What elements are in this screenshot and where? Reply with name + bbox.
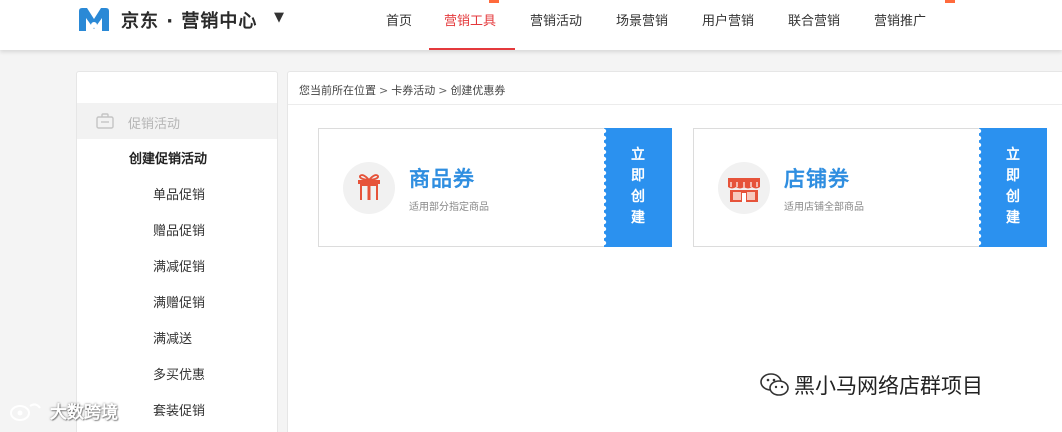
breadcrumb-card-activity[interactable]: 卡券活动 — [391, 84, 435, 97]
breadcrumb-prefix: 您当前所在位置 — [299, 84, 376, 97]
watermark-left: 大数跨境 — [50, 403, 118, 423]
coupon-subtitle: 适用店铺全部商品 — [784, 202, 864, 213]
nav-user-marketing[interactable]: 用户营销 — [702, 10, 754, 29]
sidebar-item-discount-send[interactable]: 满减送 — [153, 328, 192, 347]
watermark-right: 黑小马网络店群项目 — [794, 374, 983, 398]
sidebar-item-single-promo[interactable]: 单品促销 — [153, 184, 205, 203]
nav-marketing-tools[interactable]: 营销工具 — [444, 10, 496, 29]
coupon-title: 商品券 — [409, 167, 475, 191]
store-coupon-card[interactable]: 店铺券 适用店铺全部商品 立即创建 — [693, 128, 1047, 247]
sidebar-item-discount-promo[interactable]: 满减促销 — [153, 256, 205, 275]
product-coupon-card[interactable]: 商品券 适用部分指定商品 立即创建 — [318, 128, 672, 247]
sidebar-item-multi-buy[interactable]: 多买优惠 — [153, 364, 205, 383]
sidebar-item-spend-gift-promo[interactable]: 满赠促销 — [153, 292, 205, 311]
nav-active-underline — [429, 48, 515, 50]
perforated-edge — [601, 128, 607, 246]
sidebar-group-create[interactable]: 创建促销活动 — [129, 148, 207, 167]
nav-scene-marketing[interactable]: 场景营销 — [616, 10, 668, 29]
top-header: 京东 · 营销中心 ▼ 首页 营销工具 营销活动 场景营销 用户营销 联合营销 … — [0, 0, 1062, 50]
nav-badge-marker — [945, 0, 955, 3]
wechat-watermark-icon — [760, 373, 789, 396]
create-store-coupon-button[interactable]: 立即创建 — [976, 128, 1047, 247]
gift-icon — [343, 162, 395, 214]
create-product-coupon-button[interactable]: 立即创建 — [601, 128, 672, 247]
sidebar-section-header[interactable]: 促销活动 — [77, 103, 277, 139]
nav-marketing-activity[interactable]: 营销活动 — [530, 10, 582, 29]
caret-down-icon[interactable]: ▼ — [274, 10, 284, 25]
breadcrumb-separator: > — [379, 84, 389, 97]
breadcrumb-create-coupon: 创建优惠券 — [450, 84, 506, 97]
create-button-label: 立即创建 — [1006, 147, 1020, 226]
coupon-title: 店铺券 — [784, 167, 850, 191]
sidebar-item-bundle-promo[interactable]: 套装促销 — [153, 400, 205, 419]
nav-marketing-promotion[interactable]: 营销推广 — [874, 10, 926, 29]
brand-title[interactable]: 京东 · 营销中心 — [121, 7, 257, 33]
store-icon — [718, 162, 770, 214]
perforated-edge — [976, 128, 982, 246]
sidebar-section-label: 促销活动 — [128, 117, 181, 132]
nav-badge-marker — [489, 0, 499, 3]
sidebar: 促销活动 创建促销活动 单品促销 赠品促销 满减促销 满赠促销 满减送 多买优惠… — [76, 71, 278, 432]
promotion-icon — [96, 113, 114, 129]
breadcrumb: 您当前所在位置 > 卡券活动 > 创建优惠券 — [299, 82, 505, 98]
sidebar-item-gift-promo[interactable]: 赠品促销 — [153, 220, 205, 239]
coupon-subtitle: 适用部分指定商品 — [409, 202, 489, 213]
nav-joint-marketing[interactable]: 联合营销 — [788, 10, 840, 29]
create-button-label: 立即创建 — [631, 147, 645, 226]
nav-home[interactable]: 首页 — [386, 10, 412, 29]
jd-logo-icon[interactable] — [76, 5, 112, 35]
breadcrumb-divider — [288, 104, 1062, 105]
breadcrumb-separator: > — [438, 84, 448, 97]
weibo-watermark-icon — [10, 403, 41, 421]
